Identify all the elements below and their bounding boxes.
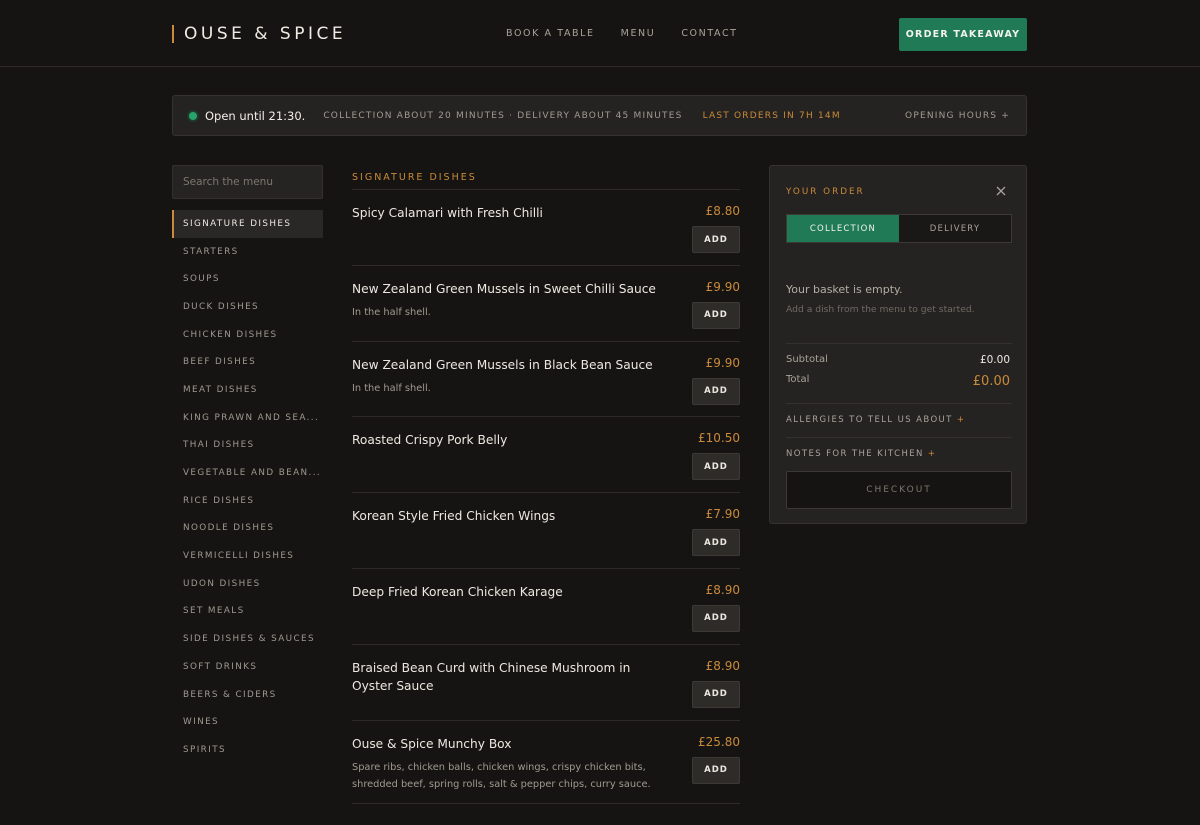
add-button[interactable]: ADD <box>692 301 740 329</box>
category-wines[interactable]: WINES <box>172 708 323 736</box>
category-side-dishes[interactable]: SIDE DISHES & SAUCES <box>172 625 323 653</box>
dish-item: Spicy Calamari with Fresh Chilli £8.80 A… <box>352 190 740 266</box>
add-button[interactable]: ADD <box>692 756 740 784</box>
category-meat-dishes[interactable]: MEAT DISHES <box>172 376 323 404</box>
order-title: YOUR ORDER <box>786 187 865 197</box>
add-button[interactable]: ADD <box>692 453 740 481</box>
checkout-button[interactable]: CHECKOUT <box>786 471 1012 509</box>
wait-times: COLLECTION ABOUT 20 MINUTES · DELIVERY A… <box>323 110 683 121</box>
logo[interactable]: OUSE & SPICE <box>172 22 346 46</box>
divider <box>786 343 1012 344</box>
category-vegetable-bean[interactable]: VEGETABLE AND BEAN... <box>172 459 323 487</box>
dish-name: New Zealand Green Mussels in Sweet Chill… <box>352 281 656 296</box>
dish-price: £8.80 <box>705 204 740 218</box>
dish-item: Roasted Crispy Pork Belly £10.50 ADD <box>352 417 740 494</box>
dish-item: Deep Fried Korean Chicken Karage £8.90 A… <box>352 569 740 645</box>
dish-item: Braised Bean Curd with Chinese Mushroom … <box>352 645 740 721</box>
category-king-prawn[interactable]: KING PRAWN AND SEA... <box>172 404 323 432</box>
divider <box>786 437 1012 438</box>
logo-text: OUSE & SPICE <box>184 24 347 44</box>
subtotal-value: £0.00 <box>979 354 1010 366</box>
nav-contact[interactable]: CONTACT <box>681 28 737 39</box>
add-button[interactable]: ADD <box>692 680 740 708</box>
dish-name: Spicy Calamari with Fresh Chilli <box>352 206 543 220</box>
dish-description: In the half shell. <box>352 306 431 318</box>
logo-accent <box>172 25 174 43</box>
category-thai-dishes[interactable]: THAI DISHES <box>172 432 323 460</box>
add-button[interactable]: ADD <box>692 529 740 557</box>
dish-price: £9.90 <box>705 355 740 370</box>
dish-item: Korean Style Fried Chicken Wings £7.90 A… <box>352 493 740 569</box>
dish-item: New Zealand Green Mussels in Black Bean … <box>352 342 740 418</box>
add-button[interactable]: ADD <box>692 226 740 253</box>
fulfilment-toggle: COLLECTION DELIVERY <box>786 214 1012 243</box>
subtotal-label: Subtotal <box>786 354 828 365</box>
plus-icon: + <box>956 415 966 425</box>
category-set-meals[interactable]: SET MEALS <box>172 598 323 626</box>
nav-book-a-table[interactable]: BOOK A TABLE <box>506 28 595 39</box>
dish-name: Ouse & Spice Munchy Box <box>352 736 512 751</box>
dish-item: New Zealand Green Mussels in Sweet Chill… <box>352 266 740 342</box>
category-udon-dishes[interactable]: UDON DISHES <box>172 570 323 598</box>
order-takeaway-button[interactable]: ORDER TAKEAWAY <box>899 18 1027 51</box>
menu-search-input[interactable]: Search the menu <box>172 165 323 199</box>
dish-description: Spare ribs, chicken balls, chicken wings… <box>352 761 651 790</box>
dish-item: Ouse & Spice Munchy Box Spare ribs, chic… <box>352 721 740 804</box>
dish-price: £8.90 <box>705 582 740 597</box>
status-bar: Open until 21:30. COLLECTION ABOUT 20 MI… <box>172 95 1027 136</box>
empty-basket-hint: Add a dish from the menu to get started. <box>786 304 975 315</box>
dish-description: In the half shell. <box>352 382 431 394</box>
dish-name: Korean Style Fried Chicken Wings <box>352 509 556 524</box>
nav-menu[interactable]: MENU <box>621 28 656 39</box>
category-vermicelli-dishes[interactable]: VERMICELLI DISHES <box>172 542 323 570</box>
close-icon[interactable] <box>994 184 1008 198</box>
category-spirits[interactable]: SPIRITS <box>172 736 323 764</box>
top-bar: OUSE & SPICE BOOK A TABLE MENU CONTACT O… <box>0 0 1200 67</box>
divider <box>786 403 1012 404</box>
category-starters[interactable]: STARTERS <box>172 238 323 266</box>
category-noodle-dishes[interactable]: NOODLE DISHES <box>172 515 323 543</box>
category-beef-dishes[interactable]: BEEF DISHES <box>172 348 323 376</box>
category-signature-dishes[interactable]: SIGNATURE DISHES <box>172 210 323 238</box>
category-rice-dishes[interactable]: RICE DISHES <box>172 487 323 515</box>
dish-name: Braised Bean Curd with Chinese Mushroom … <box>352 660 631 693</box>
opening-hours-toggle[interactable]: OPENING HOURS + <box>905 111 1010 121</box>
menu-list: SIGNATURE DISHES Spicy Calamari with Fre… <box>352 165 740 804</box>
collection-tab[interactable]: COLLECTION <box>787 215 899 242</box>
category-sidebar: Search the menu SIGNATURE DISHES STARTER… <box>172 165 323 764</box>
add-button[interactable]: ADD <box>692 604 740 632</box>
category-chicken-dishes[interactable]: CHICKEN DISHES <box>172 321 323 349</box>
add-button[interactable]: ADD <box>692 377 740 405</box>
dish-name: New Zealand Green Mussels in Black Bean … <box>352 357 653 372</box>
delivery-tab[interactable]: DELIVERY <box>899 215 1011 242</box>
last-orders: LAST ORDERS IN 7H 14M <box>702 110 841 121</box>
total-label: Total <box>786 374 810 385</box>
dish-price: £7.90 <box>705 507 740 522</box>
kitchen-notes-toggle[interactable]: NOTES FOR THE KITCHEN + <box>786 449 936 459</box>
dish-name: Roasted Crispy Pork Belly <box>352 433 508 448</box>
order-panel: YOUR ORDER COLLECTION DELIVERY Your bask… <box>769 165 1027 524</box>
plus-icon: + <box>927 449 937 459</box>
category-duck-dishes[interactable]: DUCK DISHES <box>172 293 323 321</box>
dish-price: £25.80 <box>698 734 740 749</box>
dish-price: £10.50 <box>698 431 740 446</box>
category-soups[interactable]: SOUPS <box>172 265 323 293</box>
section-title: SIGNATURE DISHES <box>352 165 740 190</box>
total-value: £0.00 <box>972 374 1010 389</box>
open-status-text: Open until 21:30. <box>205 108 306 123</box>
empty-basket-text: Your basket is empty. <box>786 283 903 296</box>
category-soft-drinks[interactable]: SOFT DRINKS <box>172 653 323 681</box>
dish-price: £9.90 <box>705 279 740 294</box>
allergies-label: ALLERGIES TO TELL US ABOUT <box>786 415 953 425</box>
dish-price: £8.90 <box>705 658 740 673</box>
open-status-dot <box>189 111 197 120</box>
dish-name: Deep Fried Korean Chicken Karage <box>352 584 563 599</box>
main-nav: BOOK A TABLE MENU CONTACT <box>506 28 738 39</box>
kitchen-notes-label: NOTES FOR THE KITCHEN <box>786 449 924 459</box>
allergies-toggle[interactable]: ALLERGIES TO TELL US ABOUT + <box>786 415 965 425</box>
category-beers-ciders[interactable]: BEERS & CIDERS <box>172 681 323 709</box>
